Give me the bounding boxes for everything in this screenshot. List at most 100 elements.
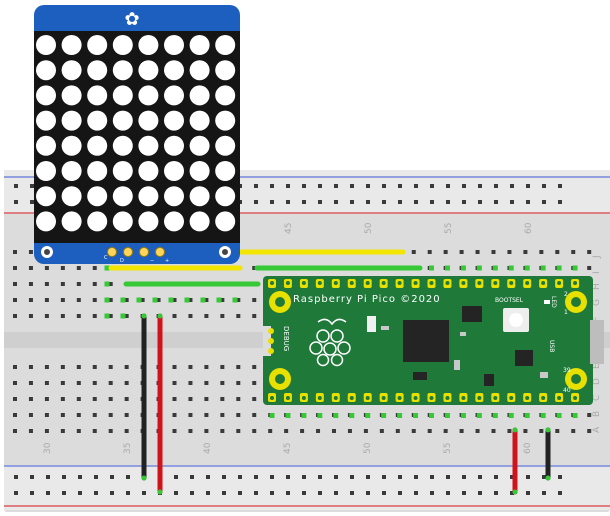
rail-hole[interactable] [398,475,402,479]
rail-hole[interactable] [174,491,178,495]
rail-hole[interactable] [366,491,370,495]
breadboard-hole[interactable] [13,282,17,286]
breadboard-hole[interactable] [60,266,65,270]
rail-hole[interactable] [478,491,482,495]
rail-hole[interactable] [414,200,418,204]
breadboard-hole[interactable] [172,397,177,401]
rail-hole[interactable] [302,475,306,479]
rail-hole[interactable] [126,475,130,479]
breadboard-hole[interactable] [236,429,241,433]
breadboard-hole[interactable] [507,250,512,254]
rail-hole[interactable] [494,200,498,204]
rail-hole[interactable] [318,491,322,495]
rail-hole[interactable] [446,200,450,204]
breadboard-hole[interactable] [92,314,97,318]
rail-hole[interactable] [14,184,18,188]
breadboard-hole[interactable] [316,429,321,433]
rail-hole[interactable] [462,491,466,495]
breadboard-hole[interactable] [236,381,241,385]
breadboard-hole[interactable] [60,413,65,417]
rail-hole[interactable] [78,475,82,479]
rail-hole[interactable] [366,184,370,188]
rail-hole[interactable] [414,491,418,495]
rail-hole[interactable] [14,491,18,495]
breadboard-hole[interactable] [124,397,129,401]
breadboard-hole[interactable] [28,314,33,318]
breadboard-hole[interactable] [44,413,49,417]
rail-hole[interactable] [462,200,466,204]
breadboard-hole[interactable] [555,429,560,433]
rail-hole[interactable] [94,491,98,495]
breadboard-hole[interactable] [76,266,81,270]
rail-hole[interactable] [494,475,498,479]
rail-hole[interactable] [206,475,210,479]
rail-hole[interactable] [414,184,418,188]
rail-hole[interactable] [334,184,338,188]
breadboard-hole[interactable] [539,429,544,433]
breadboard-hole[interactable] [252,397,257,401]
breadboard-hole[interactable] [60,381,65,385]
rail-hole[interactable] [350,491,354,495]
rail-hole[interactable] [302,184,306,188]
rail-hole[interactable] [430,200,434,204]
rail-hole[interactable] [30,491,34,495]
breadboard-hole[interactable] [76,381,81,385]
breadboard-hole[interactable] [268,429,273,433]
breadboard-hole[interactable] [571,250,576,254]
rail-hole[interactable] [446,184,450,188]
breadboard-hole[interactable] [13,266,17,270]
rail-hole[interactable] [174,475,178,479]
breadboard-hole[interactable] [44,397,49,401]
rail-hole[interactable] [526,184,530,188]
breadboard-hole[interactable] [172,365,177,369]
breadboard-hole[interactable] [188,365,193,369]
breadboard-hole[interactable] [92,266,97,270]
rail-hole[interactable] [110,491,114,495]
rail-hole[interactable] [334,491,338,495]
rail-hole[interactable] [398,184,402,188]
rail-hole[interactable] [526,491,530,495]
rail-hole[interactable] [334,200,338,204]
breadboard-hole[interactable] [13,298,17,302]
rail-hole[interactable] [494,491,498,495]
rail-hole[interactable] [478,475,482,479]
rail-hole[interactable] [30,200,34,204]
breadboard-hole[interactable] [443,250,448,254]
breadboard-hole[interactable] [411,429,416,433]
breadboard-hole[interactable] [347,429,352,433]
rail-hole[interactable] [14,200,18,204]
breadboard-hole[interactable] [124,365,129,369]
breadboard-hole[interactable] [427,250,432,254]
rail-hole[interactable] [222,491,226,495]
breadboard-hole[interactable] [92,429,97,433]
rail-hole[interactable] [254,475,258,479]
breadboard-hole[interactable] [13,429,17,433]
breadboard-hole[interactable] [204,429,209,433]
breadboard-hole[interactable] [475,429,480,433]
breadboard-hole[interactable] [459,250,464,254]
breadboard-hole[interactable] [13,250,17,254]
breadboard-hole[interactable] [108,413,113,417]
breadboard-hole[interactable] [108,381,113,385]
rail-hole[interactable] [398,200,402,204]
rail-hole[interactable] [318,184,322,188]
breadboard-hole[interactable] [92,298,97,302]
rail-hole[interactable] [254,491,258,495]
rail-hole[interactable] [558,491,562,495]
rail-hole[interactable] [334,475,338,479]
breadboard-hole[interactable] [76,413,81,417]
breadboard-hole[interactable] [172,381,177,385]
rail-hole[interactable] [270,475,274,479]
breadboard-hole[interactable] [44,282,49,286]
breadboard-hole[interactable] [252,298,257,302]
rail-hole[interactable] [94,475,98,479]
rail-hole[interactable] [366,200,370,204]
rail-hole[interactable] [62,491,66,495]
rail-hole[interactable] [78,491,82,495]
rail-hole[interactable] [478,200,482,204]
breadboard-hole[interactable] [60,397,65,401]
breadboard-hole[interactable] [188,381,193,385]
breadboard-hole[interactable] [507,429,512,433]
rail-hole[interactable] [430,491,434,495]
breadboard-hole[interactable] [220,314,225,318]
